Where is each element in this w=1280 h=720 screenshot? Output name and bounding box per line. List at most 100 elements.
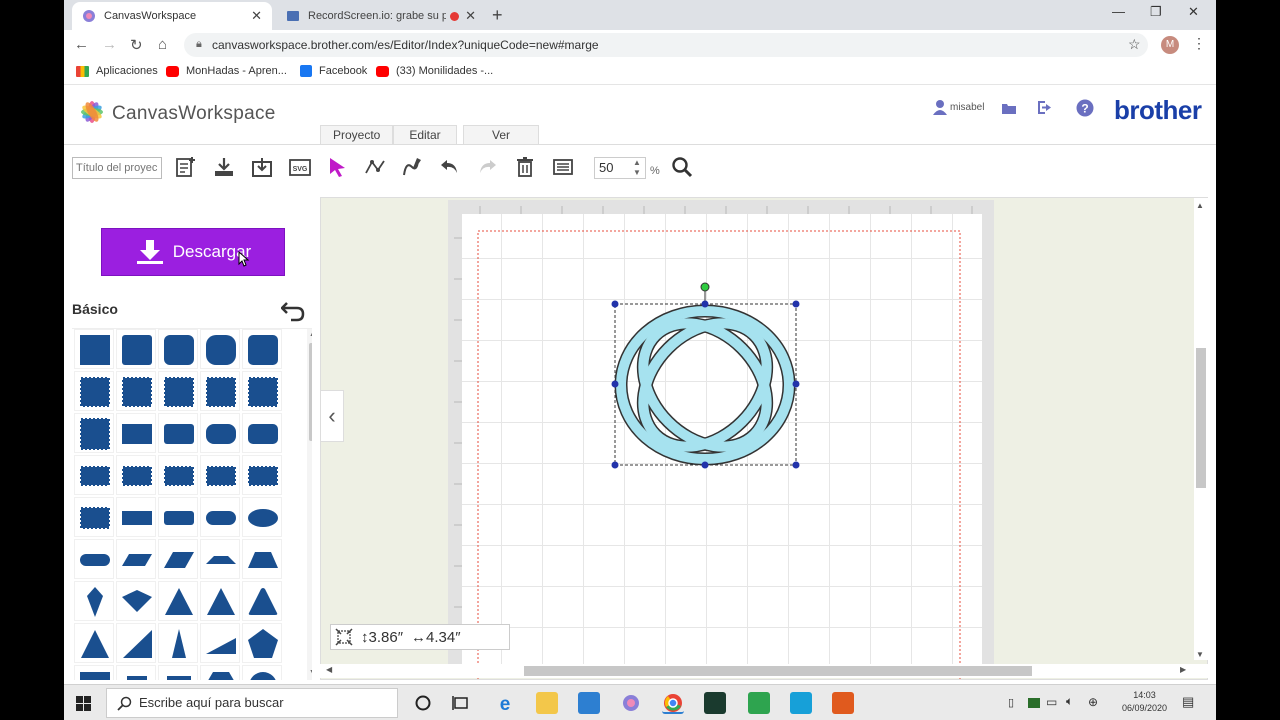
canvas-area[interactable]: [320, 197, 1208, 680]
shape-stamp-square[interactable]: [242, 371, 282, 411]
tab-recordscreen[interactable]: RecordScreen.io: grabe su pa ✕: [276, 2, 486, 30]
shape-triangle[interactable]: [200, 581, 240, 621]
app-icon-gear[interactable]: [832, 692, 854, 714]
shape-rounded-square[interactable]: [116, 329, 156, 369]
shape-stamp-rect[interactable]: [74, 455, 114, 495]
system-clock[interactable]: 14:03 06/09/2020: [1122, 689, 1167, 715]
shape-stamp-rect[interactable]: [116, 455, 156, 495]
shape-oval[interactable]: [242, 497, 282, 537]
canvasworkspace-taskbar-icon[interactable]: [620, 692, 642, 714]
tab-proyecto[interactable]: Proyecto: [320, 125, 394, 145]
node-edit-icon[interactable]: [363, 155, 387, 179]
shape-rounded-square[interactable]: [200, 329, 240, 369]
shape-rectangle[interactable]: [116, 665, 156, 680]
reload-button[interactable]: ↻: [130, 36, 143, 54]
shape-capsule[interactable]: [74, 539, 114, 579]
edge-icon[interactable]: e: [494, 692, 516, 715]
shape-stamp-rect[interactable]: [158, 455, 198, 495]
taskbar-search-input[interactable]: Escribe aquí para buscar: [106, 688, 398, 718]
scroll-left-icon[interactable]: ◀: [326, 665, 332, 674]
redo-icon[interactable]: [475, 155, 499, 179]
forward-button[interactable]: →: [102, 36, 117, 53]
app-icon-green-leaf[interactable]: [748, 692, 770, 714]
undo-icon[interactable]: [438, 155, 462, 179]
restore-button[interactable]: ❐: [1150, 4, 1162, 20]
shape-library-scroll-thumb[interactable]: [309, 343, 312, 441]
download-icon[interactable]: [212, 155, 236, 179]
close-tab-icon[interactable]: ✕: [465, 8, 476, 24]
canvas-horizontal-scroll-thumb[interactable]: [524, 666, 1032, 676]
shape-square[interactable]: [74, 329, 114, 369]
notifications-icon[interactable]: ▤: [1182, 694, 1194, 710]
shape-trapezoid[interactable]: [200, 539, 240, 579]
close-window-button[interactable]: ✕: [1188, 4, 1199, 20]
new-project-icon[interactable]: [174, 155, 198, 179]
shape-stamp-square[interactable]: [116, 371, 156, 411]
shape-wide-rectangle[interactable]: [116, 497, 156, 537]
shape-rectangle[interactable]: [158, 665, 198, 680]
tab-ver[interactable]: Ver: [463, 125, 539, 145]
scroll-right-icon[interactable]: ▶: [1180, 665, 1186, 674]
close-tab-icon[interactable]: ✕: [251, 8, 262, 24]
shape-kite[interactable]: [74, 581, 114, 621]
shape-wide-rounded-rectangle[interactable]: [158, 497, 198, 537]
shape-rectangle[interactable]: [74, 665, 114, 680]
shape-parallelogram[interactable]: [116, 539, 156, 579]
canvas-vertical-scroll-thumb[interactable]: [1196, 348, 1206, 488]
back-button[interactable]: ←: [74, 36, 89, 53]
open-folder-icon[interactable]: [1001, 100, 1017, 115]
app-icon-green-arrow[interactable]: [704, 692, 726, 714]
browser-menu-icon[interactable]: ⋮: [1192, 35, 1206, 52]
shape-parallelogram[interactable]: [158, 539, 198, 579]
home-button[interactable]: ⌂: [158, 36, 167, 53]
help-icon[interactable]: ?: [1076, 99, 1094, 117]
select-arrow-icon[interactable]: [326, 155, 350, 179]
shape-rounded-rectangle[interactable]: [200, 413, 240, 453]
shape-wedge[interactable]: [200, 623, 240, 663]
shape-stamp-square[interactable]: [158, 371, 198, 411]
shape-trapezoid[interactable]: [242, 539, 282, 579]
shape-wide-rounded-rectangle[interactable]: [200, 497, 240, 537]
scroll-down-icon[interactable]: ▼: [1196, 650, 1204, 659]
svg-import-icon[interactable]: SVG: [288, 155, 312, 179]
shape-rounded-triangle[interactable]: [242, 581, 282, 621]
chrome-icon[interactable]: [662, 692, 684, 714]
logout-icon[interactable]: [1037, 100, 1054, 115]
shape-right-triangle[interactable]: [116, 623, 156, 663]
shape-pentagon[interactable]: [242, 623, 282, 663]
import-icon[interactable]: [250, 155, 274, 179]
shape-triangle[interactable]: [158, 581, 198, 621]
shape-diamond[interactable]: [116, 581, 156, 621]
new-tab-button[interactable]: +: [492, 5, 503, 26]
profile-avatar[interactable]: M: [1161, 36, 1179, 54]
layers-list-icon[interactable]: [551, 155, 575, 179]
shape-narrow-triangle[interactable]: [158, 623, 198, 663]
user-icon[interactable]: [933, 99, 947, 115]
shape-stamp-square[interactable]: [200, 371, 240, 411]
scroll-down-icon[interactable]: ▼: [309, 669, 312, 676]
collapse-panel-button[interactable]: ‹: [320, 390, 344, 442]
shape-rounded-square[interactable]: [242, 329, 282, 369]
volume-icon[interactable]: 🔈︎: [1066, 694, 1073, 709]
bookmark-facebook[interactable]: Facebook: [300, 65, 367, 77]
windows-start-icon[interactable]: [76, 696, 91, 711]
delete-icon[interactable]: [513, 155, 537, 179]
shape-stamp-square[interactable]: [74, 371, 114, 411]
minimize-button[interactable]: —: [1112, 4, 1125, 19]
zoom-stepper[interactable]: ▲ ▼: [633, 158, 641, 178]
shape-rounded-square[interactable]: [158, 329, 198, 369]
shape-stamp-rect[interactable]: [242, 455, 282, 495]
bookmark-apps[interactable]: Aplicaciones: [76, 65, 158, 77]
shape-rectangle[interactable]: [116, 413, 156, 453]
nvidia-tray-icon[interactable]: [1028, 698, 1040, 708]
tab-canvasworkspace[interactable]: CanvasWorkspace ✕: [72, 2, 272, 30]
back-arrow-icon[interactable]: [281, 300, 305, 322]
shape-circle[interactable]: [242, 665, 282, 680]
address-bar[interactable]: 🔒︎ canvasworkspace.brother.com/es/Editor…: [184, 33, 1148, 57]
shape-rounded-rectangle[interactable]: [242, 413, 282, 453]
app-icon-blue-c[interactable]: [790, 692, 812, 714]
file-explorer-icon[interactable]: [536, 692, 558, 714]
language-icon[interactable]: ⊕: [1088, 695, 1098, 709]
shape-stamp-rect[interactable]: [200, 455, 240, 495]
search-zoom-icon[interactable]: [670, 155, 694, 179]
